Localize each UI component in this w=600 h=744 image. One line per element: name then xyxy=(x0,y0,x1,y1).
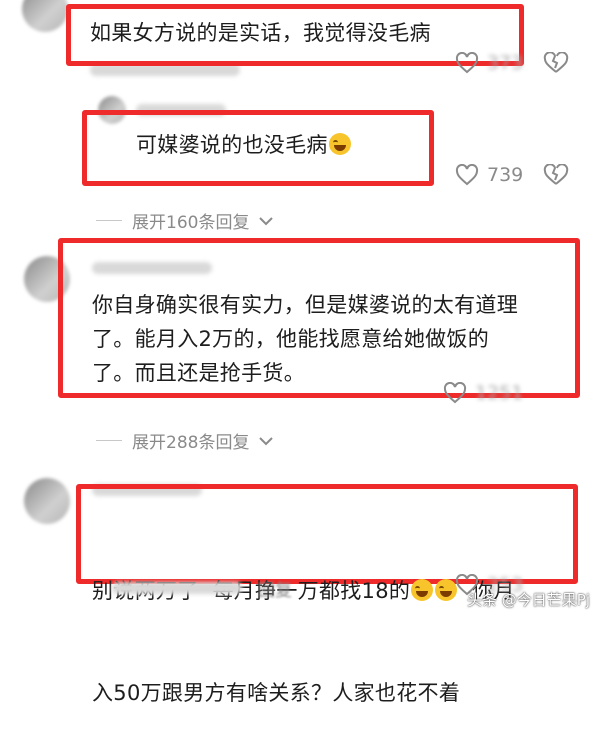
heart-outline-icon xyxy=(455,164,479,186)
reply-link[interactable]: 回复 xyxy=(258,576,292,601)
heart-outline-icon xyxy=(455,52,479,74)
chevron-down-icon xyxy=(259,436,274,445)
like-button[interactable]: 739 xyxy=(455,164,523,186)
expand-replies-label: 展开288条回复 xyxy=(132,433,250,453)
avatar[interactable] xyxy=(24,478,70,524)
like-count: 373 xyxy=(487,52,524,74)
expand-replies-button[interactable]: 展开288条回复 xyxy=(96,428,274,453)
laughing-crying-emoji xyxy=(328,133,351,155)
dislike-button[interactable] xyxy=(543,52,569,74)
heart-outline-icon xyxy=(443,382,467,404)
avatar[interactable] xyxy=(22,0,68,32)
comment-text: 你自身确实很有实力，但是媒婆说的太有道理 了。能月入2万的，他能找愿意给她做饭的… xyxy=(92,288,518,390)
like-button[interactable]: 373 xyxy=(455,52,523,74)
broken-heart-icon xyxy=(543,164,569,185)
divider xyxy=(96,220,122,221)
dislike-button[interactable] xyxy=(543,164,569,186)
chevron-down-icon xyxy=(259,216,274,225)
comment-text: 别说两万了 每月挣一万都找18的 你月 入50万跟男方有啥关系？人家也花不着 xyxy=(92,506,515,744)
comment-line: 入50万跟男方有啥关系？人家也花不着 xyxy=(92,681,461,705)
divider xyxy=(96,440,122,441)
broken-heart-icon xyxy=(543,52,569,73)
laughing-crying-emoji xyxy=(435,579,458,601)
comment-text: 如果女方说的是实话，我觉得没毛病 xyxy=(90,21,431,45)
expand-replies-label: 展开160条回复 xyxy=(132,213,250,233)
like-count: 1251 xyxy=(475,382,524,404)
like-count: 739 xyxy=(487,164,524,186)
comment-text: 可媒婆说的也没毛病 xyxy=(136,128,352,162)
laughing-crying-emoji xyxy=(411,579,434,601)
meta-blurred xyxy=(112,582,242,594)
expand-replies-button[interactable]: 展开160条回复 xyxy=(96,208,274,233)
like-button[interactable]: 1251 xyxy=(443,382,523,404)
comment-line: 你自身确实很有实力，但是媒婆说的太有道理 xyxy=(92,293,518,317)
comment-text-content: 可媒婆说的也没毛病 xyxy=(136,133,328,157)
comment-line: 了。能月入2万的，他能找愿意给她做饭的 xyxy=(92,327,490,351)
watermark: 头条 @今日芒果Pj xyxy=(467,591,590,609)
